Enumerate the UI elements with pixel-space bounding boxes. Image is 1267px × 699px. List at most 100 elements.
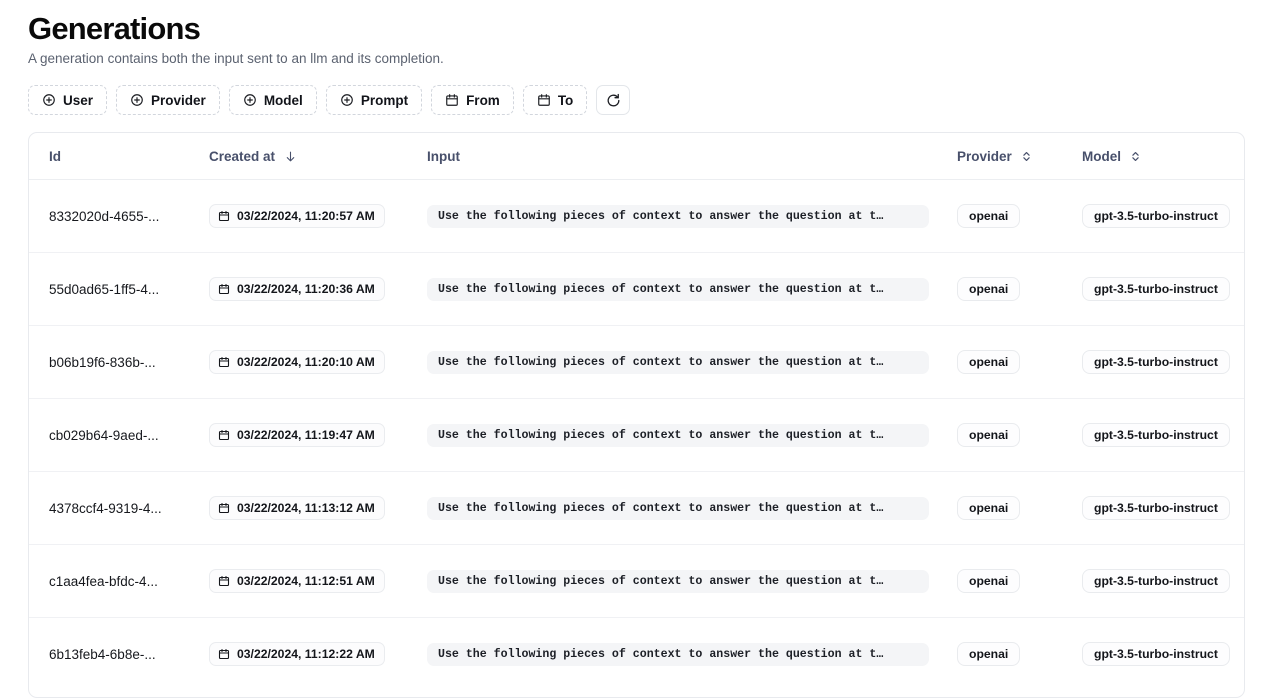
filter-button-model[interactable]: Model (228, 85, 317, 115)
generation-id: 55d0ad65-1ff5-4... (49, 281, 160, 297)
column-label-input: Input (427, 149, 460, 164)
generations-page: Generations A generation contains both t… (0, 0, 1267, 699)
created-at-badge: 03/22/2024, 11:12:22 AM (209, 642, 385, 667)
generations-table-card: Id Created at Input Provider Model 83320… (28, 132, 1245, 698)
cell-model: gpt-3.5-turbo-instruct (1082, 179, 1244, 253)
filter-label-prompt: Prompt (360, 92, 409, 108)
cell-input: Use the following pieces of context to a… (427, 398, 957, 472)
generation-id: b06b19f6-836b-... (49, 354, 156, 370)
table-row[interactable]: 55d0ad65-1ff5-4... 03/22/2024, 11:20:36 A… (29, 252, 1244, 326)
cell-provider: openai (957, 325, 1082, 399)
cell-provider: openai (957, 179, 1082, 253)
filter-button-from[interactable]: From (431, 85, 514, 115)
table-row[interactable]: c1aa4fea-bfdc-4... 03/22/2024, 11:12:51 A… (29, 544, 1244, 618)
created-at-text: 03/22/2024, 11:20:57 AM (237, 209, 375, 223)
table-head: Id Created at Input Provider Model (29, 133, 1244, 180)
sort-desc-arrow-icon[interactable] (284, 150, 297, 163)
calendar-icon (445, 93, 459, 107)
cell-created-at: 03/22/2024, 11:19:47 AM (209, 398, 427, 472)
created-at-text: 03/22/2024, 11:12:51 AM (237, 574, 375, 588)
created-at-badge: 03/22/2024, 11:20:10 AM (209, 350, 385, 374)
input-preview: Use the following pieces of context to a… (427, 642, 929, 666)
cell-input: Use the following pieces of context to a… (427, 471, 957, 545)
cell-input: Use the following pieces of context to a… (427, 325, 957, 399)
filter-label-from: From (466, 92, 500, 108)
provider-badge: openai (957, 277, 1021, 301)
calendar-icon (218, 356, 230, 368)
cell-id: 6b13feb4-6b8e-... (29, 618, 209, 691)
input-preview: Use the following pieces of context to a… (427, 350, 929, 374)
input-preview: Use the following pieces of context to a… (427, 277, 929, 301)
cell-input: Use the following pieces of context to a… (427, 544, 957, 618)
cell-provider: openai (957, 252, 1082, 326)
created-at-badge: 03/22/2024, 11:13:12 AM (209, 496, 385, 520)
cell-model: gpt-3.5-turbo-instruct (1082, 618, 1244, 691)
column-header-created-at[interactable]: Created at (209, 133, 427, 180)
created-at-text: 03/22/2024, 11:12:22 AM (237, 647, 375, 662)
refresh-button[interactable] (596, 85, 631, 115)
refresh-icon (606, 93, 621, 108)
provider-badge: openai (957, 204, 1021, 228)
provider-badge: openai (957, 423, 1021, 447)
filter-button-prompt[interactable]: Prompt (325, 85, 423, 115)
model-badge: gpt-3.5-turbo-instruct (1082, 423, 1230, 447)
column-header-input[interactable]: Input (427, 133, 957, 180)
sort-toggle-icon[interactable] (1130, 150, 1141, 163)
calendar-icon (218, 283, 230, 295)
created-at-text: 03/22/2024, 11:19:47 AM (237, 428, 375, 442)
created-at-badge: 03/22/2024, 11:12:51 AM (209, 569, 385, 593)
column-header-provider[interactable]: Provider (957, 133, 1082, 180)
cell-created-at: 03/22/2024, 11:12:22 AM (209, 618, 427, 691)
table-header-row: Id Created at Input Provider Model (29, 133, 1244, 180)
generation-id: 8332020d-4655-... (49, 208, 160, 224)
provider-badge: openai (957, 350, 1021, 374)
table-row[interactable]: 6b13feb4-6b8e-... 03/22/2024, 11:12:22 AM… (29, 618, 1244, 691)
cell-model: gpt-3.5-turbo-instruct (1082, 325, 1244, 399)
filter-button-provider[interactable]: Provider (116, 85, 220, 115)
sort-toggle-icon[interactable] (1021, 150, 1032, 163)
calendar-icon (218, 502, 230, 514)
model-badge: gpt-3.5-turbo-instruct (1082, 642, 1230, 667)
plus-circle-icon (42, 93, 56, 107)
page-subtitle: A generation contains both the input sen… (28, 51, 444, 66)
cell-id: cb029b64-9aed-... (29, 398, 209, 472)
table-row[interactable]: 8332020d-4655-... 03/22/2024, 11:20:57 AM… (29, 179, 1244, 253)
cell-id: c1aa4fea-bfdc-4... (29, 544, 209, 618)
filter-label-provider: Provider (151, 92, 206, 108)
cell-id: 8332020d-4655-... (29, 179, 209, 253)
filter-toolbar: User Provider Model Prompt From To (28, 85, 1245, 115)
generation-id: 6b13feb4-6b8e-... (49, 646, 156, 662)
calendar-icon (218, 575, 230, 587)
column-header-id[interactable]: Id (29, 133, 209, 180)
cell-input: Use the following pieces of context to a… (427, 252, 957, 326)
table-row[interactable]: cb029b64-9aed-... 03/22/2024, 11:19:47 AM… (29, 398, 1244, 472)
plus-circle-icon (130, 93, 144, 107)
cell-model: gpt-3.5-turbo-instruct (1082, 252, 1244, 326)
provider-badge: openai (957, 642, 1021, 667)
cell-provider: openai (957, 618, 1082, 691)
model-badge: gpt-3.5-turbo-instruct (1082, 569, 1230, 593)
page-title: Generations (28, 11, 201, 46)
table-row[interactable]: 4378ccf4-9319-4... 03/22/2024, 11:13:12 A… (29, 471, 1244, 545)
provider-badge: openai (957, 496, 1021, 520)
cell-provider: openai (957, 398, 1082, 472)
filter-button-user[interactable]: User (28, 85, 108, 115)
filter-button-to[interactable]: To (522, 85, 588, 115)
column-label-created-at: Created at (209, 149, 276, 164)
cell-input: Use the following pieces of context to a… (427, 618, 957, 691)
created-at-text: 03/22/2024, 11:20:36 AM (237, 282, 375, 296)
calendar-icon (218, 648, 230, 660)
plus-circle-icon (243, 93, 257, 107)
table-row[interactable]: b06b19f6-836b-... 03/22/2024, 11:20:10 AM… (29, 325, 1244, 399)
cell-model: gpt-3.5-turbo-instruct (1082, 544, 1244, 618)
generation-id: c1aa4fea-bfdc-4... (49, 573, 158, 589)
cell-created-at: 03/22/2024, 11:20:57 AM (209, 179, 427, 253)
column-label-model: Model (1082, 149, 1121, 164)
cell-created-at: 03/22/2024, 11:12:51 AM (209, 544, 427, 618)
generation-id: cb029b64-9aed-... (49, 427, 159, 443)
cell-model: gpt-3.5-turbo-instruct (1082, 398, 1244, 472)
cell-id: 4378ccf4-9319-4... (29, 471, 209, 545)
column-header-model[interactable]: Model (1082, 133, 1244, 180)
filter-label-user: User (63, 92, 94, 108)
model-badge: gpt-3.5-turbo-instruct (1082, 277, 1230, 301)
